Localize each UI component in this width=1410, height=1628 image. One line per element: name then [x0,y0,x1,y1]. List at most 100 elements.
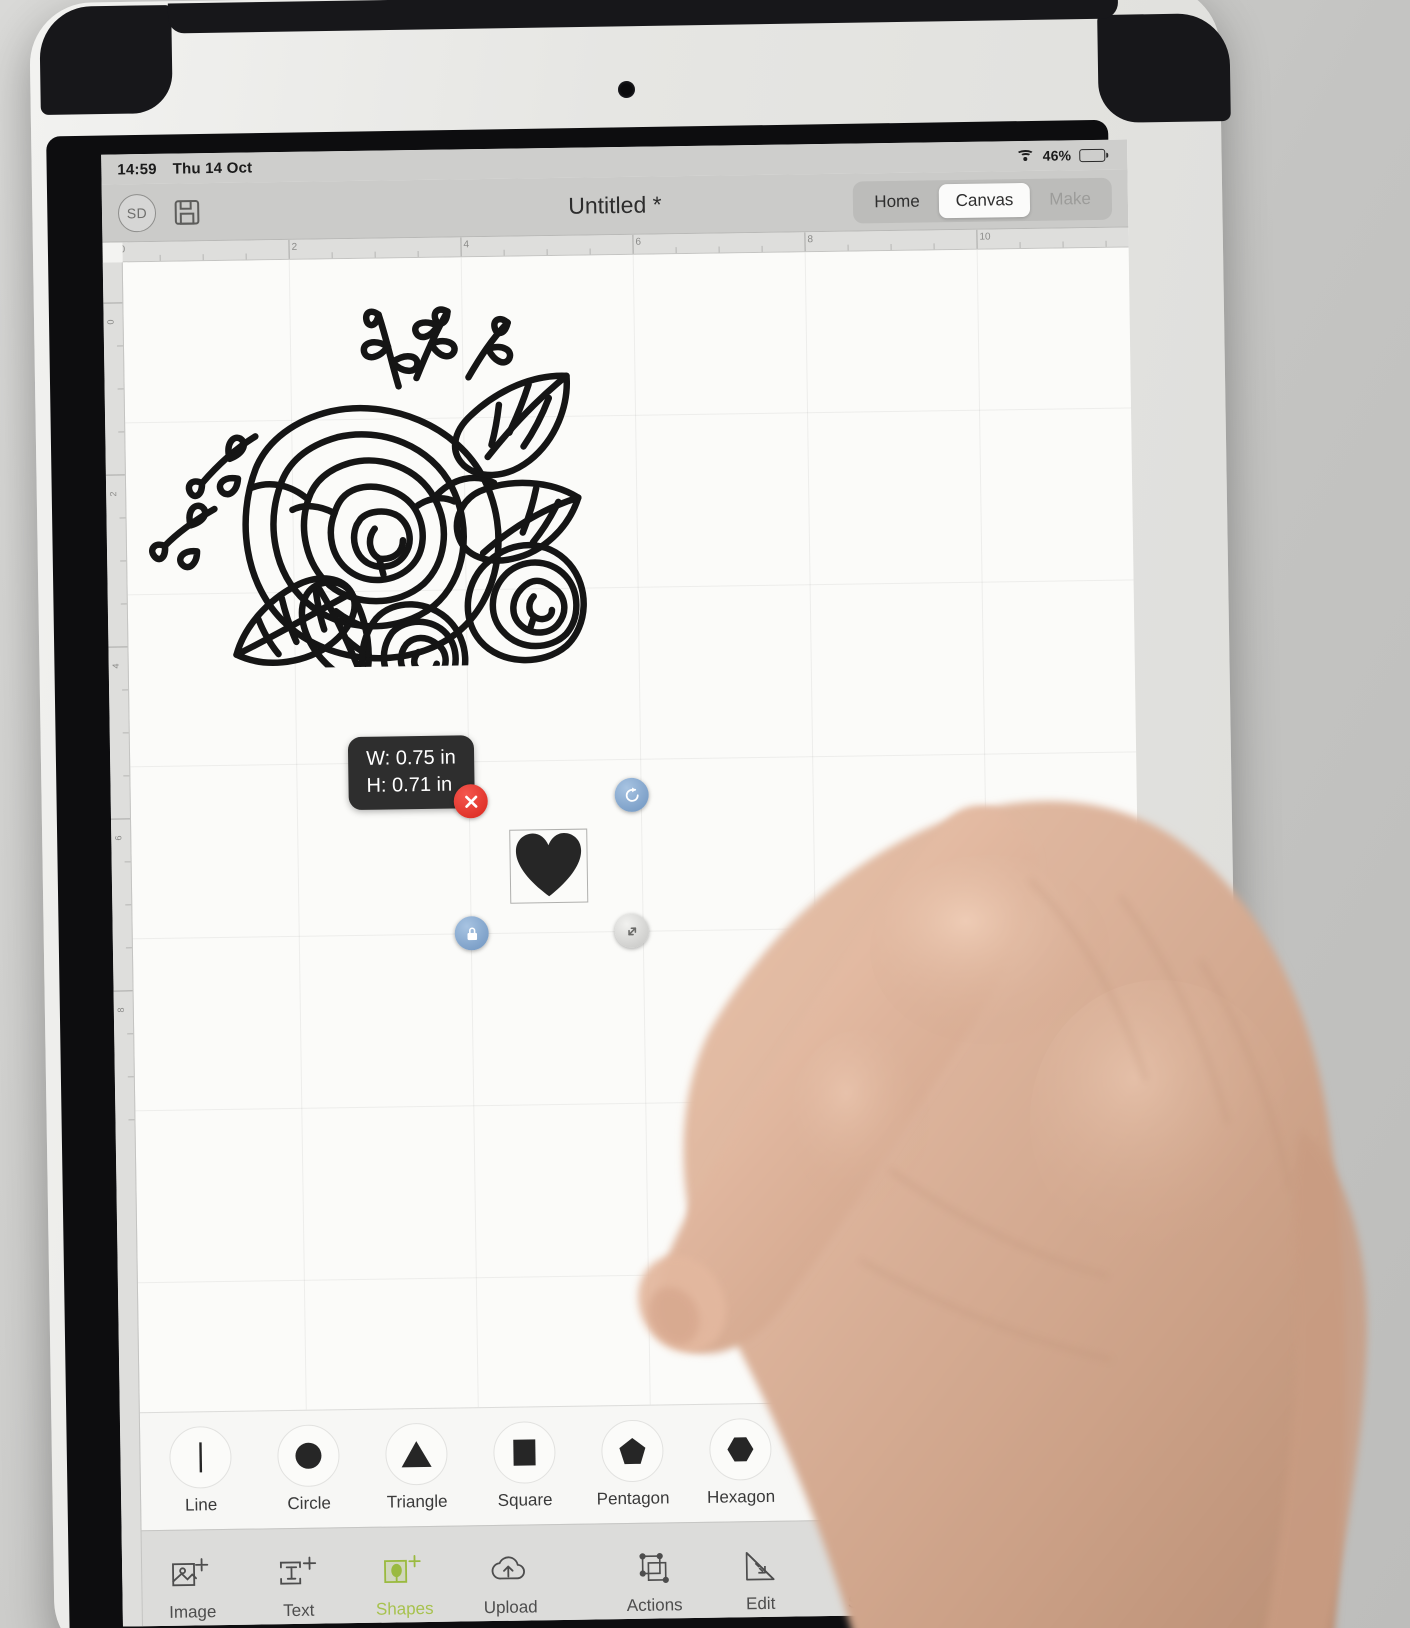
toolbar-label-edit: Edit [745,1593,776,1613]
shapes-picker-strip[interactable]: Line Circle Triangle Square Pentagon Hex… [139,1397,1148,1531]
ruler-tick-minor [127,1076,135,1078]
ruler-tick-minor [118,431,126,433]
add-shapes-icon [384,1554,421,1583]
toolbar-label-sync: Sync [847,1591,886,1612]
actions-icon [639,1552,669,1583]
toolbar-label-layers: Layers [947,1590,999,1610]
ruler-label: 0 [122,244,126,256]
toolbar-label-text: Text [283,1600,315,1620]
toolbar-label-undo: U [1072,1588,1085,1608]
shape-option-line[interactable]: Line [158,1425,243,1516]
screenshot-scene: 14:59 Thu 14 Oct 46% SD Untitled * Home … [0,0,1410,1628]
ruler-label: 10 [979,231,991,243]
ruler-tick-minor [847,244,849,252]
case-corner-right [1097,12,1231,124]
shape-option-pentagon[interactable]: Pentagon [590,1419,675,1509]
ruler-tick-minor [125,904,133,906]
ruler-label: 8 [115,1007,126,1013]
bottom-toolbar-right: Actions Edit Sync Layers U [606,1540,1127,1616]
shape-label-triangle: Triangle [386,1491,448,1512]
shape-label-square: Square [497,1490,553,1510]
floral-rose-line-art[interactable] [135,263,601,671]
heart-shape[interactable] [512,831,585,900]
bottom-toolbar[interactable]: Image Text Shapes Upload Actions Edit Sy… [121,1515,1149,1627]
toolbar-item-layers[interactable]: Layers [924,1542,1021,1611]
ruler-tick-minor [675,247,677,255]
ruler-label: 2 [108,491,119,497]
ruler-tick-minor [120,603,128,605]
bottom-toolbar-left: Image Text Shapes Upload [144,1549,559,1623]
avatar[interactable]: SD [117,193,157,232]
square-shape-icon [492,1421,556,1485]
ruler-tick-minor [123,775,131,777]
mode-button-canvas[interactable]: Canvas [938,182,1031,218]
selected-object-group[interactable]: W: 0.75 in H: 0.71 in [347,735,649,951]
tooltip-width: W: 0.75 in [365,746,456,770]
case-corner-left [39,4,173,116]
shape-label-line: Line [184,1495,218,1515]
toolbar-label-image: Image [168,1601,217,1622]
status-bar-right: 46% [1016,147,1106,164]
undo-icon [1066,1550,1091,1574]
ruler-tick-minor [245,253,247,261]
toolbar-item-edit[interactable]: Edit [712,1545,809,1614]
ruler-tick-minor [1019,242,1021,250]
toolbar-item-actions[interactable]: Actions [606,1546,703,1615]
ruler-label: 4 [110,663,121,669]
toolbar-item-sync[interactable]: Sync [818,1543,915,1612]
ruler-tick-minor [159,254,161,262]
shape-label-octagon: Octagon [816,1485,882,1506]
floppy-disk-icon[interactable] [172,197,202,227]
shape-option-square[interactable]: Square [482,1421,567,1511]
battery-icon [1079,148,1106,162]
close-icon [464,795,477,808]
toolbar-item-undo[interactable]: U [1030,1540,1127,1609]
ruler-tick-minor [1062,241,1064,249]
add-text-icon [279,1556,317,1585]
octagon-shape-icon [816,1416,880,1480]
mode-button-home[interactable]: Home [857,184,937,219]
toolbar-item-shapes[interactable]: Shapes [356,1550,453,1619]
toolbar-item-image[interactable]: Image [144,1553,241,1622]
sync-color-icon [853,1549,879,1581]
status-date: Thu 14 Oct [172,158,253,178]
triangle-shape-icon [384,1422,448,1486]
tooltip-height: H: 0.71 in [366,773,453,797]
shape-label-circle: Circle [287,1493,332,1514]
toolbar-item-text[interactable]: Text [250,1552,347,1621]
ruler-tick-minor [117,388,125,390]
ruler-label: 6 [635,236,642,248]
ruler-tick-major [108,646,129,648]
ruler-tick-minor [589,248,591,256]
shape-label-pentagon: Pentagon [596,1488,670,1509]
resize-icon [627,926,636,935]
ruler-tick-minor [124,861,132,863]
ruler-tick-minor [128,1119,136,1121]
ruler-tick-minor [119,517,127,519]
ruler-tick-minor [933,243,935,251]
ruler-label: 4 [463,239,470,251]
line-shape-icon [169,1425,232,1489]
tablet-screen: 14:59 Thu 14 Oct 46% SD Untitled * Home … [101,139,1149,1627]
pentagon-shape-icon [600,1419,664,1483]
shape-label-hexagon: Hexagon [706,1486,776,1507]
toolbar-item-upload[interactable]: Upload [462,1549,559,1618]
ruler-label: 8 [807,234,814,246]
lock-icon [466,926,477,940]
ruler-tick-minor [125,947,133,949]
shape-option-octagon[interactable]: Octagon [806,1416,891,1506]
ruler-tick-minor [1105,240,1107,248]
ruler-tick-minor [120,560,128,562]
shape-option-circle[interactable]: Circle [266,1424,351,1514]
shape-option-hexagon[interactable]: Hexagon [698,1417,783,1508]
ruler-tick-minor [503,249,505,257]
ruler-tick-minor [546,249,548,257]
hexagon-shape-icon [708,1417,772,1481]
ruler-label: 0 [105,319,116,325]
design-canvas[interactable]: W: 0.75 in H: 0.71 in [122,247,1146,1413]
mode-segmented-control[interactable]: Home Canvas Make [853,177,1113,224]
toolbar-label-shapes: Shapes [375,1598,434,1619]
cloud-upload-icon [491,1555,525,1579]
shape-option-triangle[interactable]: Triangle [374,1422,459,1513]
ruler-tick-minor [890,243,892,251]
